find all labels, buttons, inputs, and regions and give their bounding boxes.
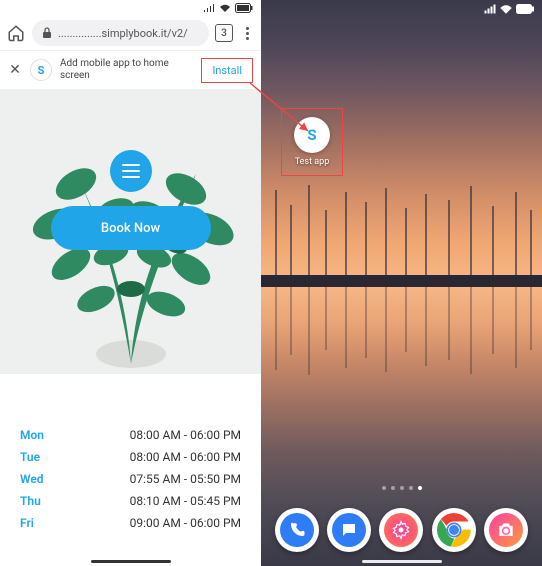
app-logo-icon: S	[30, 59, 52, 81]
book-now-button[interactable]: Book Now	[51, 206, 211, 250]
battery-icon	[516, 4, 534, 14]
tab-count: 3	[221, 28, 227, 39]
wifi-icon	[500, 4, 512, 14]
installed-app-icon[interactable]: S	[294, 117, 330, 153]
nav-indicator	[91, 560, 171, 563]
url-bar[interactable]: ...............simplybook.it/v2/	[32, 20, 209, 46]
business-hours: Mon 08:00 AM - 06:00 PM Tue 08:00 AM - 06:…	[0, 374, 261, 544]
time-label: 08:00 AM - 06:00 PM	[130, 428, 241, 442]
install-banner: ✕ S Add mobile app to home screen Instal…	[0, 50, 261, 90]
dock-camera-icon[interactable]	[484, 508, 528, 552]
tabs-button[interactable]: 3	[215, 24, 233, 42]
url-text: ...............simplybook.it/v2/	[58, 27, 188, 40]
hours-row: Wed 07:55 AM - 05:50 PM	[20, 468, 241, 490]
dock	[261, 508, 542, 552]
installed-app-label: Test app	[295, 157, 330, 167]
day-label: Mon	[20, 428, 60, 442]
day-label: Wed	[20, 472, 60, 486]
dock-settings-icon[interactable]	[379, 508, 423, 552]
dock-chrome-icon[interactable]	[432, 508, 476, 552]
browser-toolbar: ...............simplybook.it/v2/ 3	[0, 16, 261, 50]
installed-app-highlight: S Test app	[281, 108, 343, 176]
lock-icon	[42, 27, 52, 39]
time-label: 07:55 AM - 05:50 PM	[130, 472, 241, 486]
signal-icon	[203, 3, 215, 13]
wallpaper-boats	[261, 180, 542, 380]
hours-row: Mon 08:00 AM - 06:00 PM	[20, 424, 241, 446]
home-icon[interactable]	[6, 23, 26, 43]
dock-phone-icon[interactable]	[275, 508, 319, 552]
page-indicator	[382, 486, 422, 490]
time-label: 08:10 AM - 05:45 PM	[130, 494, 241, 508]
dock-messages-icon[interactable]	[327, 508, 371, 552]
day-label: Fri	[20, 516, 60, 530]
day-label: Tue	[20, 450, 60, 464]
install-button[interactable]: Install	[201, 58, 253, 83]
day-label: Thu	[20, 494, 60, 508]
time-label: 08:00 AM - 06:00 PM	[130, 450, 241, 464]
hours-row: Tue 08:00 AM - 06:00 PM	[20, 446, 241, 468]
more-menu-icon[interactable]	[239, 27, 255, 40]
status-bar	[0, 0, 261, 16]
time-label: 09:00 AM - 06:00 PM	[130, 516, 241, 530]
hours-row: Thu 08:10 AM - 05:45 PM	[20, 490, 241, 512]
close-icon[interactable]: ✕	[8, 62, 22, 78]
install-banner-text: Add mobile app to home screen	[60, 58, 193, 82]
wifi-icon	[219, 3, 231, 13]
nav-indicator	[362, 560, 442, 563]
signal-icon	[484, 4, 496, 14]
hamburger-menu-button[interactable]	[110, 150, 152, 192]
hero-section: Book Now	[0, 90, 261, 374]
hours-row: Fri 09:00 AM - 06:00 PM	[20, 512, 241, 534]
battery-icon	[235, 3, 253, 13]
status-bar	[261, 0, 542, 16]
